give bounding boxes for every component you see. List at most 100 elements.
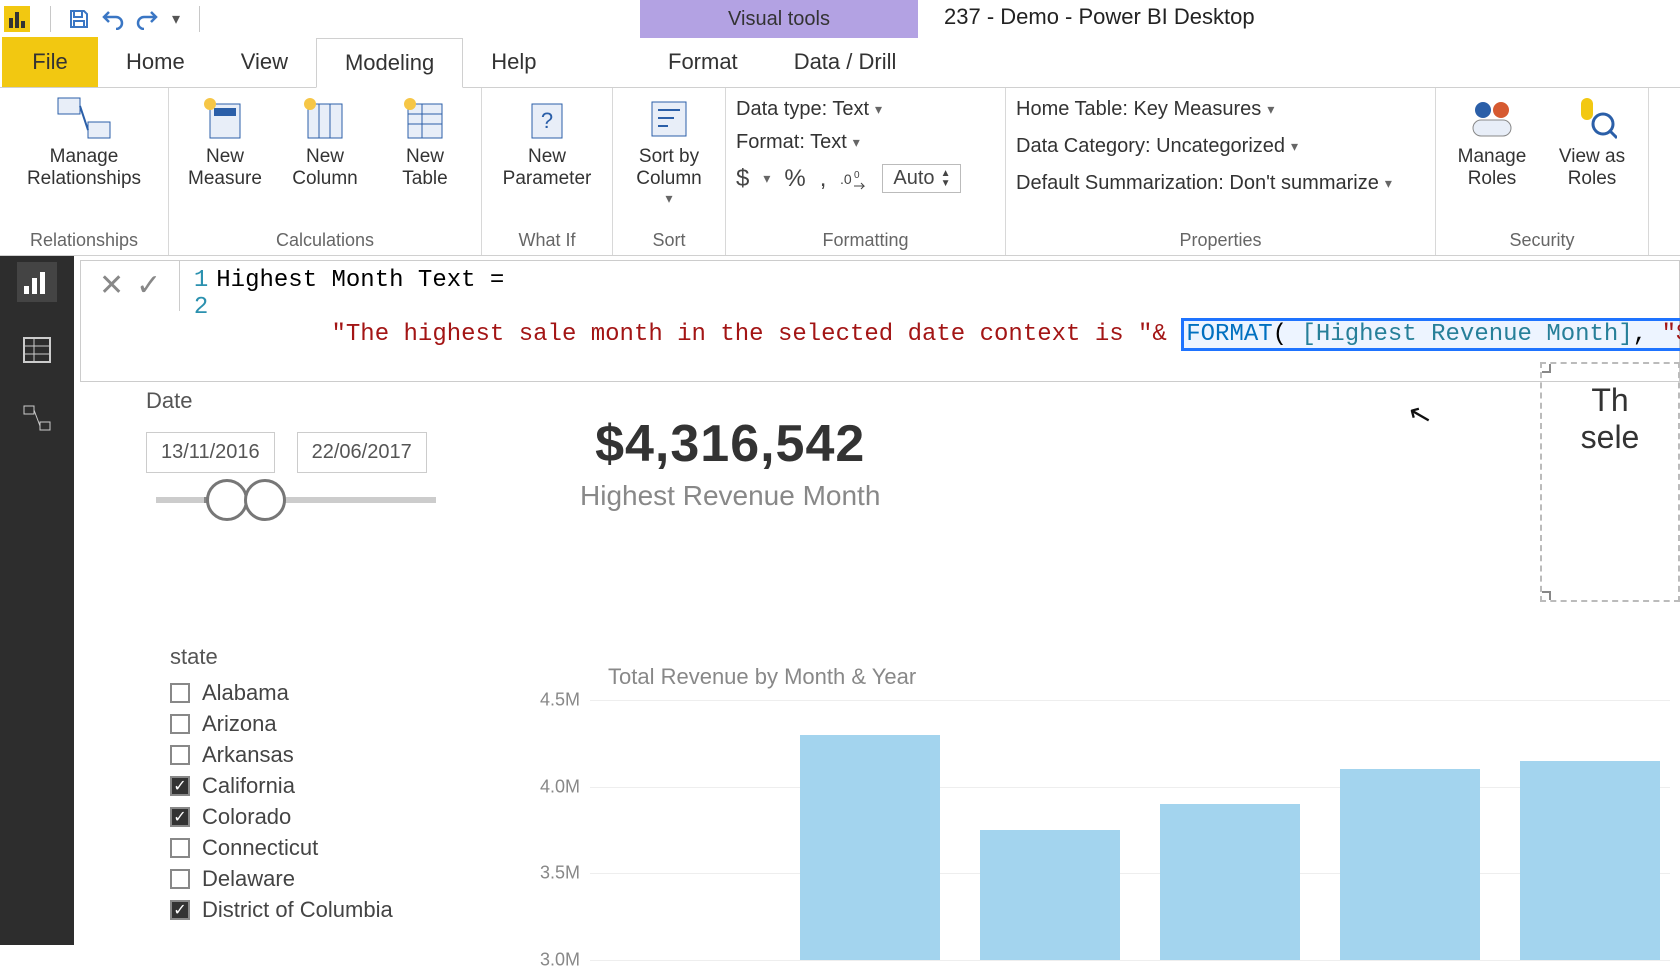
qat-dropdown-icon[interactable]: ▾: [167, 9, 185, 29]
state-slicer-item[interactable]: Arizona: [170, 711, 393, 737]
state-slicer-item[interactable]: Delaware: [170, 866, 393, 892]
ribbon: Manage Relationships Relationships New M…: [0, 88, 1680, 256]
currency-button[interactable]: $: [736, 165, 749, 193]
default-summarization-dropdown[interactable]: Default Summarization: Don't summarize▾: [1016, 168, 1425, 199]
group-whatif: ? New Parameter What If: [482, 88, 613, 255]
report-canvas[interactable]: Date 13/11/2016 22/06/2017 $4,316,542 Hi…: [80, 344, 1680, 945]
y-axis-tick: 3.0M: [540, 950, 580, 971]
state-slicer-item[interactable]: ✓District of Columbia: [170, 897, 393, 923]
state-slicer-label: Connecticut: [202, 835, 318, 861]
view-switcher-rail: [0, 256, 74, 945]
slider-handle-end[interactable]: [244, 479, 286, 521]
date-from-input[interactable]: 13/11/2016: [146, 432, 275, 473]
manage-roles-button[interactable]: Manage Roles: [1446, 94, 1538, 190]
slicer-title: state: [170, 644, 393, 670]
new-group-button[interactable]: New Grou: [1659, 94, 1680, 190]
formula-cancel-icon[interactable]: ✕: [99, 271, 124, 301]
format-dropdown[interactable]: Format: Text▾: [736, 127, 995, 158]
card-value: $4,316,542: [580, 414, 880, 474]
checkbox-icon[interactable]: [170, 683, 190, 703]
data-category-dropdown[interactable]: Data Category: Uncategorized▾: [1016, 131, 1425, 162]
decimal-places-input[interactable]: Auto ▲▼: [882, 164, 961, 193]
state-slicer-item[interactable]: ✓ California: [170, 773, 393, 799]
state-slicer-label: Arizona: [202, 711, 277, 737]
tab-help[interactable]: Help: [463, 37, 564, 87]
tab-home[interactable]: Home: [98, 37, 213, 87]
state-slicer-label: Alabama: [202, 680, 289, 706]
chart-bar[interactable]: [800, 735, 940, 960]
y-axis-tick: 4.0M: [540, 776, 580, 797]
manage-relationships-button[interactable]: Manage Relationships: [10, 94, 158, 190]
redo-icon[interactable]: [133, 5, 161, 33]
state-slicer-item[interactable]: Alabama: [170, 680, 393, 706]
checkbox-icon[interactable]: [170, 714, 190, 734]
checkbox-icon[interactable]: [170, 745, 190, 765]
text-visual-line2: sele: [1550, 419, 1670, 456]
state-slicer-item[interactable]: Arkansas: [170, 742, 393, 768]
relationships-icon: [56, 94, 112, 142]
group-label: Relationships: [10, 226, 158, 253]
line-number: 1: [190, 267, 216, 294]
save-icon[interactable]: [65, 5, 93, 33]
svg-text:0: 0: [854, 170, 860, 181]
tab-format[interactable]: Format: [640, 37, 766, 87]
measure-icon: [197, 94, 253, 142]
group-formatting: Data type: Text▾ Format: Text▾ $▾ % , .0…: [726, 88, 1006, 255]
report-view-icon[interactable]: [17, 262, 57, 302]
state-slicer[interactable]: state AlabamaArizonaArkansas✓California✓…: [170, 644, 393, 923]
checkbox-icon[interactable]: [170, 838, 190, 858]
state-slicer-label: Delaware: [202, 866, 295, 892]
contextual-tab-group-label: Visual tools: [640, 0, 918, 38]
state-slicer-item[interactable]: ✓ Colorado: [170, 804, 393, 830]
table-icon: [397, 94, 453, 142]
quick-access-toolbar: ▾: [38, 5, 212, 33]
view-as-roles-button[interactable]: View as Roles: [1546, 94, 1638, 190]
thousands-separator-button[interactable]: ,: [820, 165, 827, 193]
formula-commit-icon[interactable]: ✓: [136, 271, 161, 301]
data-type-dropdown[interactable]: Data type: Text▾: [736, 94, 995, 125]
chart-bar[interactable]: [1520, 761, 1660, 960]
manage-roles-icon: [1464, 94, 1520, 142]
new-measure-button[interactable]: New Measure: [179, 94, 271, 190]
checkbox-icon[interactable]: ✓: [170, 776, 190, 796]
view-as-roles-icon: [1564, 94, 1620, 142]
state-slicer-item[interactable]: Connecticut: [170, 835, 393, 861]
model-view-icon[interactable]: [17, 398, 57, 438]
home-table-dropdown[interactable]: Home Table: Key Measures▾: [1016, 94, 1425, 125]
group-label: What If: [492, 226, 602, 253]
chart-bar[interactable]: [1160, 804, 1300, 960]
undo-icon[interactable]: [99, 5, 127, 33]
column-icon: [297, 94, 353, 142]
percent-button[interactable]: %: [784, 165, 805, 193]
app-logo-icon: [4, 6, 30, 32]
new-column-button[interactable]: New Column: [279, 94, 371, 190]
bar-chart-visual[interactable]: Total Revenue by Month & Year 4.5M4.0M3.…: [520, 664, 1670, 945]
title-bar: ▾ Visual tools 237 - Demo - Power BI Des…: [0, 0, 1680, 38]
chart-bar[interactable]: [1340, 769, 1480, 960]
sort-by-column-button[interactable]: Sort by Column ▾: [623, 94, 715, 206]
new-table-button[interactable]: New Table: [379, 94, 471, 190]
group-groups-partial: New Grou: [1649, 88, 1680, 255]
parameter-icon: ?: [519, 94, 575, 142]
checkbox-icon[interactable]: ✓: [170, 807, 190, 827]
new-parameter-button[interactable]: ? New Parameter: [492, 94, 602, 190]
tab-modeling[interactable]: Modeling: [316, 38, 463, 88]
selected-text-visual[interactable]: Th sele: [1540, 362, 1680, 602]
date-slicer[interactable]: Date 13/11/2016 22/06/2017: [146, 388, 436, 503]
tab-view[interactable]: View: [213, 37, 316, 87]
state-slicer-label: Colorado: [202, 804, 291, 830]
tab-data-drill[interactable]: Data / Drill: [766, 37, 925, 87]
checkbox-icon[interactable]: ✓: [170, 900, 190, 920]
chart-bar[interactable]: [980, 830, 1120, 960]
svg-text:?: ?: [541, 108, 553, 133]
state-slicer-label: California: [202, 773, 295, 799]
date-range-slider[interactable]: [156, 497, 436, 503]
card-visual[interactable]: $4,316,542 Highest Revenue Month: [580, 414, 880, 512]
state-slicer-label: Arkansas: [202, 742, 294, 768]
checkbox-icon[interactable]: [170, 869, 190, 889]
date-to-input[interactable]: 22/06/2017: [297, 432, 427, 473]
data-view-icon[interactable]: [17, 330, 57, 370]
slider-handle-start[interactable]: [206, 479, 248, 521]
group-properties: Home Table: Key Measures▾ Data Category:…: [1006, 88, 1436, 255]
file-tab[interactable]: File: [2, 37, 98, 87]
